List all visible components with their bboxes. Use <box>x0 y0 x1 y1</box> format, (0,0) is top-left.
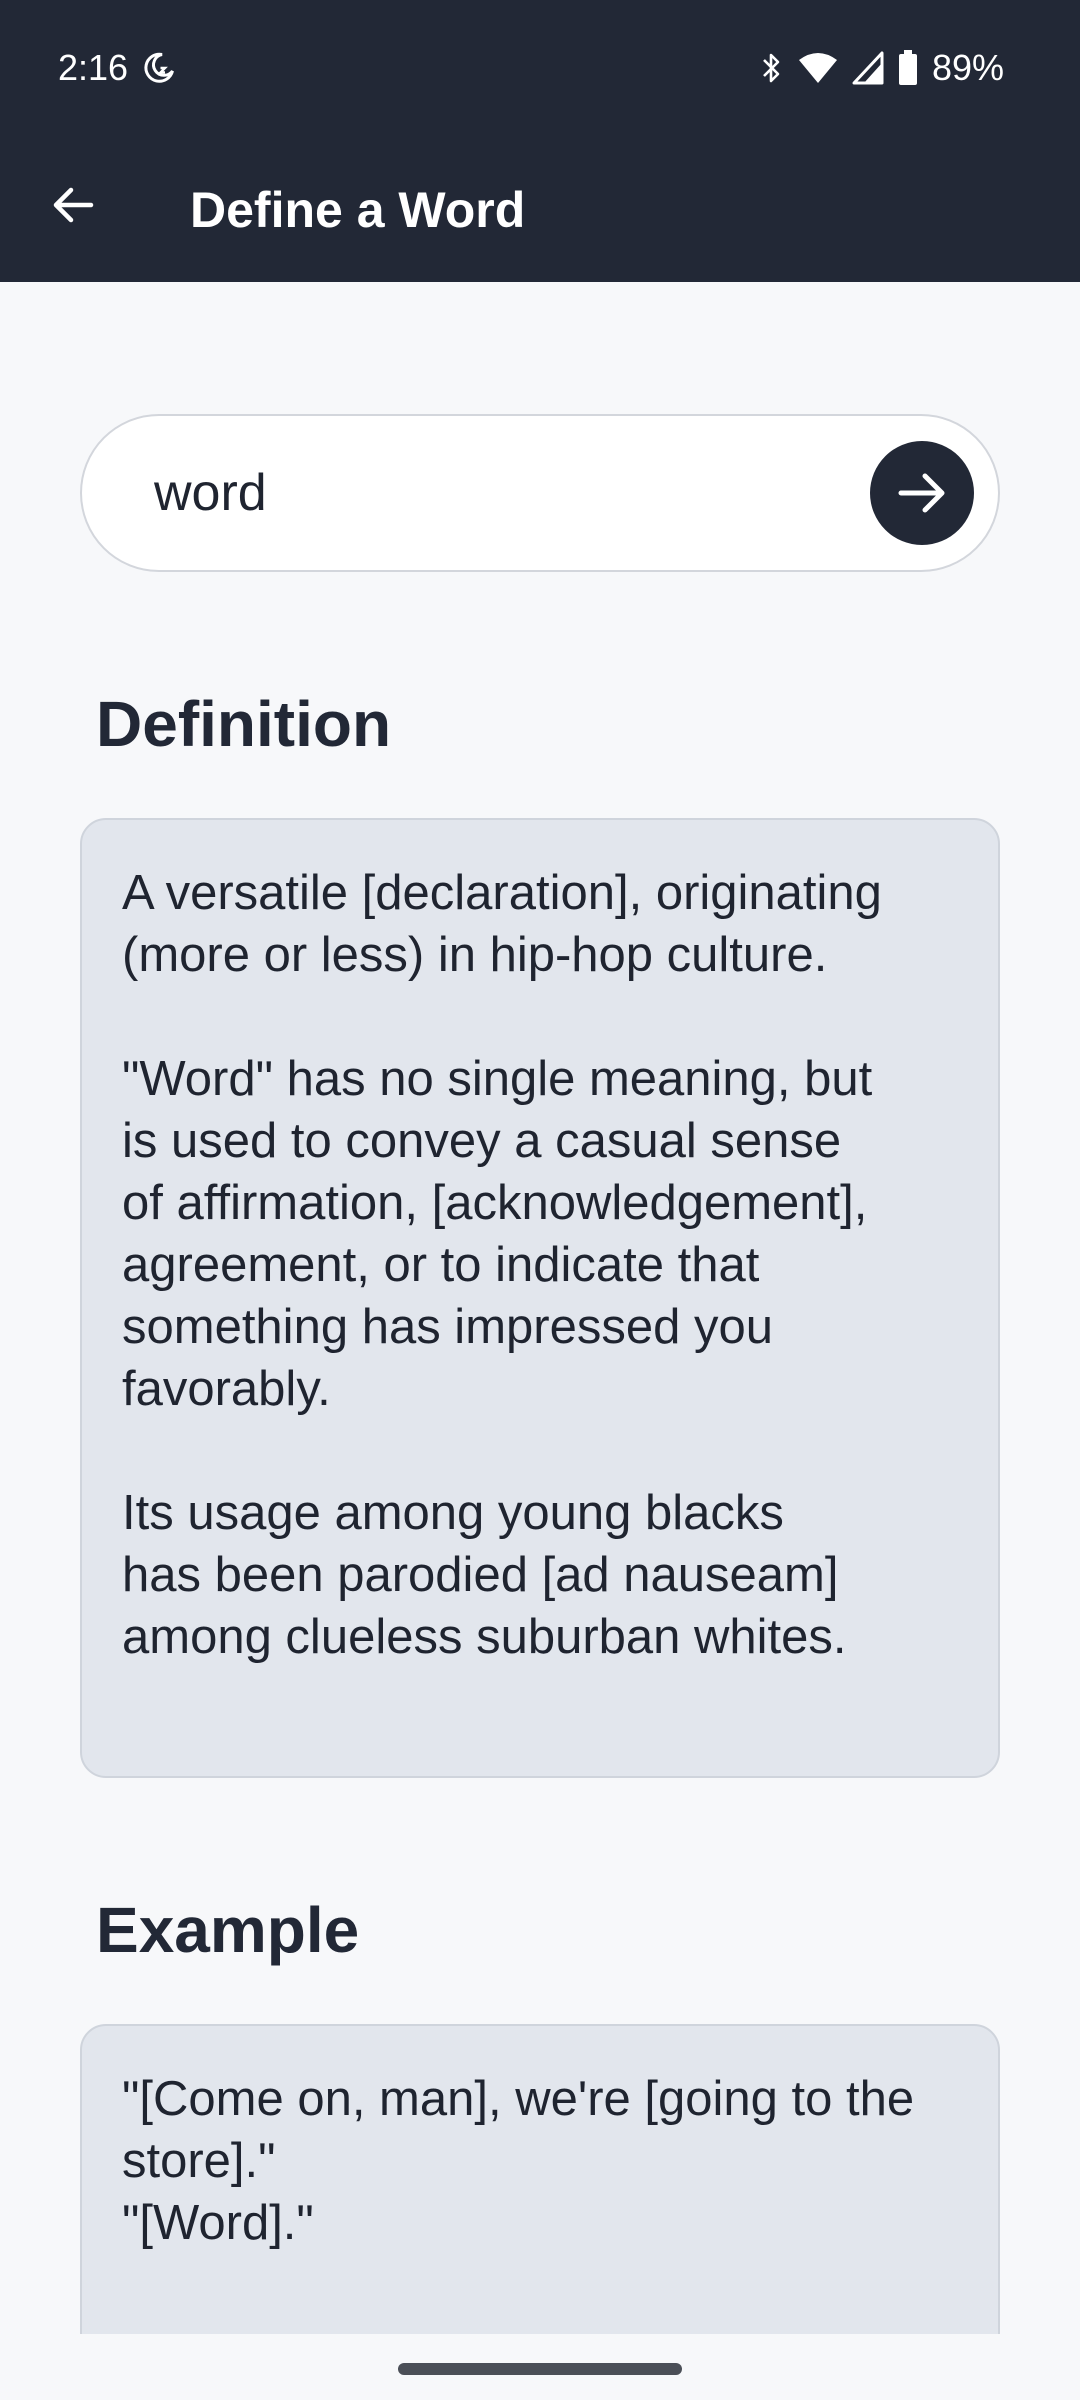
definition-line: of affirmation, [acknowledgement], <box>122 1176 868 1230</box>
definition-paragraph: "Word" has no single meaning, but is use… <box>122 1048 958 1420</box>
status-icons: 89% <box>760 44 1004 92</box>
example-line: "[Come on, man], we're [going to the <box>122 2072 915 2126</box>
wifi-icon <box>798 53 837 83</box>
search-submit-button[interactable] <box>870 441 974 545</box>
search-box <box>80 414 1000 572</box>
example-text: "[Come on, man], we're [going to the sto… <box>122 2068 958 2254</box>
definition-line: A versatile [declaration], originating <box>122 866 882 920</box>
definition-line: "Word" has no single meaning, but <box>122 1052 873 1106</box>
definition-line: something has impressed you <box>122 1300 773 1354</box>
signal-icon <box>852 51 884 85</box>
home-indicator[interactable] <box>398 2363 682 2375</box>
definition-card: A versatile [declaration], originating (… <box>80 818 1000 1778</box>
example-line: store]." <box>122 2134 276 2188</box>
definition-paragraph: Its usage among young blacks has been pa… <box>122 1482 958 1668</box>
example-line: "[Word]." <box>122 2196 314 2250</box>
arrow-left-icon <box>53 187 94 223</box>
page-title: Define a Word <box>190 182 526 238</box>
definition-line: favorably. <box>122 1362 331 1416</box>
bluetooth-icon <box>763 53 780 83</box>
definition-line: agreement, or to indicate that <box>122 1238 760 1292</box>
example-card: "[Come on, man], we're [going to the sto… <box>80 2024 1000 2384</box>
app-bar: 2:16 89% Define a Word <box>0 0 1080 282</box>
arrow-right-icon <box>898 473 945 513</box>
definition-line: (more or less) in hip-hop culture. <box>122 928 828 982</box>
definition-line: Its usage among young blacks <box>122 1486 784 1540</box>
definition-heading: Definition <box>96 688 392 760</box>
definition-line: among clueless suburban whites. <box>122 1610 847 1664</box>
moon-icon <box>144 52 174 83</box>
example-heading: Example <box>96 1894 360 1966</box>
back-button[interactable] <box>38 170 108 240</box>
status-time: 2:16 <box>58 47 129 88</box>
definition-line: is used to convey a casual sense <box>122 1114 842 1168</box>
battery-percentage: 89% <box>931 47 1004 88</box>
definition-paragraph: A versatile [declaration], originating (… <box>122 862 958 986</box>
definition-line: has been parodied [ad nauseam] <box>122 1548 839 1602</box>
search-input[interactable] <box>152 456 852 530</box>
battery-icon <box>898 50 917 85</box>
